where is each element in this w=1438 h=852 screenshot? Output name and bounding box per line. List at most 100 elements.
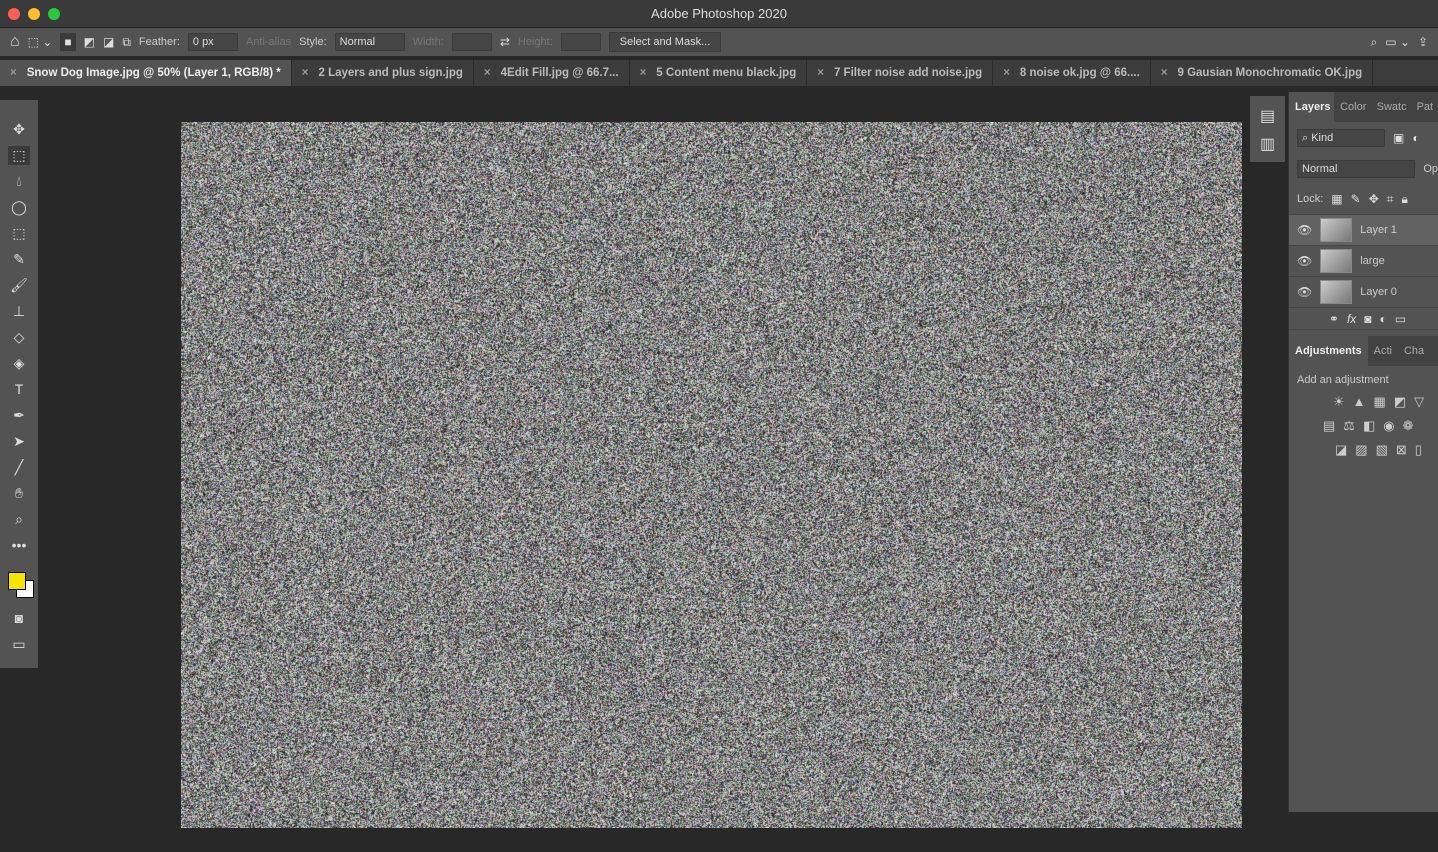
vibrance-icon[interactable]: ▽ [1414, 394, 1424, 410]
antialias-checkbox[interactable]: Anti-alias [246, 36, 291, 48]
black-white-icon[interactable]: ◧ [1363, 418, 1375, 434]
workspace-icon[interactable]: ▭ ⌄ [1385, 35, 1410, 49]
document-tab[interactable]: × 4Edit Fill.jpg @ 66.7... [474, 60, 630, 86]
search-icon[interactable]: ⌕ [1370, 35, 1377, 50]
hue-sat-icon[interactable]: ▤ [1323, 418, 1335, 434]
screen-mode-icon[interactable]: ▭ [8, 635, 30, 654]
posterize-icon[interactable]: ▨ [1355, 442, 1367, 458]
lasso-tool-icon[interactable]: ◯ [8, 198, 30, 217]
brightness-icon[interactable]: ☀ [1333, 394, 1345, 410]
panel-tab[interactable]: Adjustments [1289, 336, 1368, 366]
type-tool-icon[interactable]: T [8, 380, 30, 399]
fx-icon[interactable]: fx [1347, 312, 1356, 326]
curves-icon[interactable]: ▦ [1374, 394, 1386, 410]
selective-color-icon[interactable]: ▯ [1415, 442, 1422, 458]
document-tab[interactable]: × 8 noise ok.jpg @ 66.... [993, 60, 1151, 86]
panel-tab[interactable]: Pat [1411, 92, 1438, 122]
lock-transparent-icon[interactable]: ▦ [1331, 192, 1342, 206]
levels-icon[interactable]: ▲ [1353, 394, 1366, 410]
close-tab-icon[interactable]: × [302, 67, 309, 79]
zoom-window-button[interactable] [48, 8, 60, 20]
home-icon[interactable]: ⌂ [10, 33, 20, 51]
image-filter-icon[interactable]: ▣ [1393, 131, 1404, 145]
marquee-tool-icon[interactable]: ⬚ [8, 146, 30, 165]
document-canvas[interactable] [181, 122, 1242, 828]
panel-tab[interactable]: Acti [1368, 336, 1398, 366]
notes-icon[interactable]: ▥ [1250, 134, 1285, 154]
panel-tab[interactable]: Color [1334, 92, 1371, 122]
eyedropper-tool-icon[interactable]: ✎ [8, 250, 30, 269]
close-tab-icon[interactable]: × [817, 67, 824, 79]
more-tools-icon[interactable]: ••• [8, 536, 30, 555]
layer-row[interactable]: 👁︎ Layer 1 [1289, 215, 1438, 246]
pen-tool-icon[interactable]: ✒ [8, 406, 30, 425]
visibility-eye-icon[interactable]: 👁︎ [1297, 254, 1312, 268]
feather-input[interactable]: 0 px [188, 33, 238, 51]
new-adjustment-icon[interactable]: ◐ [1380, 312, 1387, 326]
visibility-eye-icon[interactable]: 👁︎ [1297, 285, 1312, 299]
threshold-icon[interactable]: ▧ [1376, 442, 1388, 458]
stamp-tool-icon[interactable]: ⊥ [8, 302, 30, 321]
brush-tool-icon[interactable]: 🖌︎ [8, 276, 30, 295]
lock-artboard-icon[interactable]: ⌗ [1387, 192, 1394, 207]
intersect-selection-icon[interactable]: ⧉ [122, 35, 131, 50]
move-tool-icon[interactable]: ✥ [8, 120, 30, 139]
adjustment-filter-icon[interactable]: ◐ [1412, 131, 1419, 145]
close-window-button[interactable] [8, 8, 20, 20]
width-input[interactable] [452, 33, 492, 51]
eraser-tool-icon[interactable]: ◇ [8, 328, 30, 347]
document-tab[interactable]: × Snow Dog Image.jpg @ 50% (Layer 1, RGB/… [0, 60, 292, 86]
document-tab[interactable]: × 9 Gausian Monochromatic OK.jpg [1151, 60, 1373, 86]
blend-mode-select[interactable]: Normal [1297, 160, 1415, 178]
close-tab-icon[interactable]: × [1161, 67, 1168, 79]
style-select[interactable]: Normal [335, 33, 405, 51]
document-tab[interactable]: × 5 Content menu black.jpg [630, 60, 808, 86]
invert-icon[interactable]: ◪ [1335, 442, 1347, 458]
minimize-window-button[interactable] [28, 8, 40, 20]
lock-paint-icon[interactable]: ✎ [1351, 192, 1361, 206]
path-select-tool-icon[interactable]: ➤ [8, 432, 30, 451]
zoom-tool-icon[interactable]: ⌕ [8, 510, 30, 529]
object-select-tool-icon[interactable]: ⬚ [8, 224, 30, 243]
lock-all-icon[interactable]: 🔒︎ [1402, 192, 1408, 207]
new-group-icon[interactable]: ▭ [1395, 312, 1406, 326]
swap-icon[interactable]: ⇄ [500, 35, 510, 49]
layer-kind-filter[interactable]: ⌕ Kind [1297, 129, 1385, 147]
panel-tab[interactable]: Cha [1398, 336, 1430, 366]
panel-tab[interactable]: Layers [1289, 92, 1334, 122]
close-tab-icon[interactable]: × [1003, 67, 1010, 79]
share-icon[interactable]: ⇪ [1418, 35, 1428, 49]
link-icon[interactable]: ⚭ [1329, 312, 1339, 326]
photo-filter-icon[interactable]: ◉ [1383, 418, 1394, 434]
new-selection-icon[interactable]: ■ [60, 33, 75, 51]
document-tab[interactable]: × 2 Layers and plus sign.jpg [292, 60, 474, 86]
properties-icon[interactable]: ▤ [1250, 106, 1285, 126]
paint-bucket-tool-icon[interactable]: ◈ [8, 354, 30, 373]
blur-tool-icon[interactable]: 💧︎ [8, 172, 30, 191]
marquee-preset-icon[interactable]: ⬚ ⌄ [28, 35, 53, 49]
panel-tab[interactable]: Swatc [1371, 92, 1411, 122]
layer-row[interactable]: 👁︎ Layer 0 [1289, 277, 1438, 308]
foreground-color-swatch[interactable] [8, 572, 26, 590]
channel-mixer-icon[interactable]: ❁ [1403, 418, 1414, 434]
layer-row[interactable]: 👁︎ large [1289, 246, 1438, 277]
opacity-label: Op [1423, 163, 1438, 175]
document-tab[interactable]: × 7 Filter noise add noise.jpg [807, 60, 993, 86]
exposure-icon[interactable]: ◩ [1394, 394, 1406, 410]
color-balance-icon[interactable]: ⚖ [1343, 418, 1355, 434]
mask-icon[interactable]: ◙ [1364, 312, 1371, 326]
hand-tool-icon[interactable]: ✋︎ [8, 484, 30, 503]
line-tool-icon[interactable]: ╱ [8, 458, 30, 477]
close-tab-icon[interactable]: × [10, 67, 17, 79]
subtract-selection-icon[interactable]: ◪ [103, 35, 114, 49]
style-label: Style: [299, 36, 327, 48]
height-input[interactable] [561, 33, 601, 51]
gradient-map-icon[interactable]: ⊠ [1396, 442, 1407, 458]
close-tab-icon[interactable]: × [640, 67, 647, 79]
visibility-eye-icon[interactable]: 👁︎ [1297, 223, 1312, 237]
select-and-mask-button[interactable]: Select and Mask... [609, 32, 722, 52]
close-tab-icon[interactable]: × [484, 67, 491, 79]
quick-mask-icon[interactable]: ◙ [8, 609, 30, 628]
lock-position-icon[interactable]: ✥ [1369, 192, 1379, 206]
add-selection-icon[interactable]: ◩ [84, 35, 95, 49]
